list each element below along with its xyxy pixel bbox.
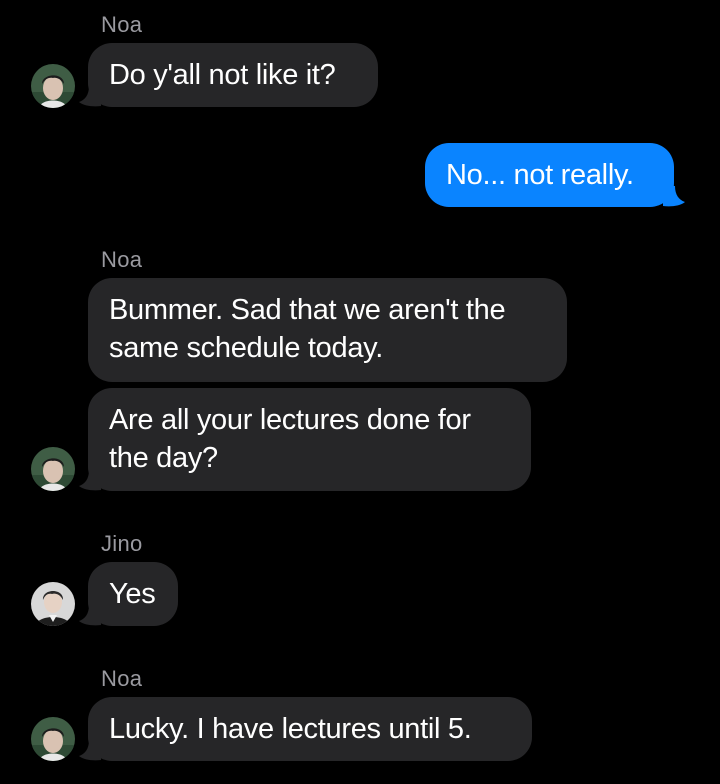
message-bubble-outgoing[interactable]: No... not really. xyxy=(425,143,674,207)
message-bubble-incoming[interactable]: Lucky. I have lectures until 5. xyxy=(88,697,532,761)
bubble-tail xyxy=(79,740,101,761)
sender-name: Jino xyxy=(101,531,143,556)
message-bubble-incoming[interactable]: Do y'all not like it? xyxy=(88,43,378,107)
avatar-jino-icon[interactable] xyxy=(31,582,75,626)
message-bubble-incoming[interactable]: Yes xyxy=(88,562,178,626)
avatar-noa-icon[interactable] xyxy=(31,717,75,761)
sender-name: Noa xyxy=(101,247,143,272)
bubble-tail xyxy=(79,605,101,626)
sender-name: Noa xyxy=(101,666,143,691)
sender-name: Noa xyxy=(101,12,143,37)
bubble-tail xyxy=(79,470,101,491)
message-bubble-incoming[interactable]: Are all your lectures done for the day? xyxy=(88,388,531,491)
message-bubble-incoming[interactable]: Bummer. Sad that we aren't the same sche… xyxy=(88,278,567,382)
avatar-noa-icon[interactable] xyxy=(31,64,75,108)
bubble-tail xyxy=(79,86,101,107)
avatar-noa-icon[interactable] xyxy=(31,447,75,491)
bubble-tail xyxy=(663,186,685,207)
